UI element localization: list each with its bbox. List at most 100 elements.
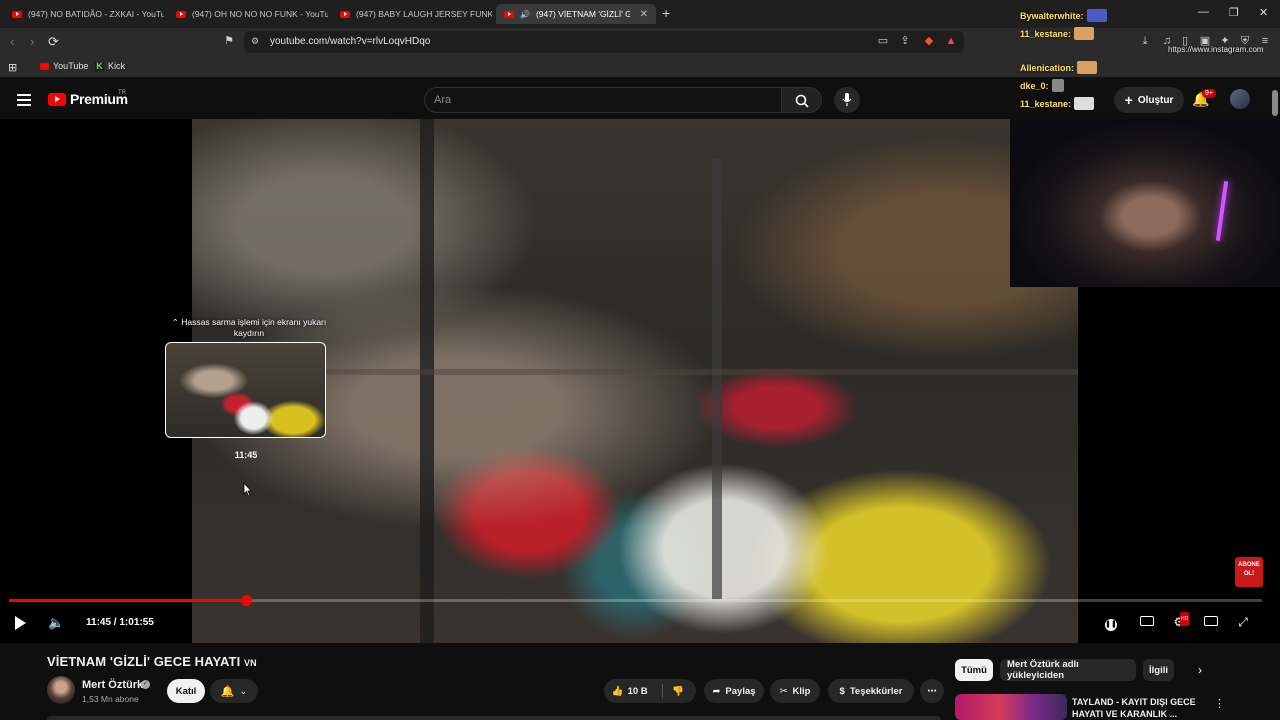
- recommendation-thumbnail[interactable]: [955, 694, 1067, 720]
- thanks-button[interactable]: $ Teşekkürler: [828, 679, 914, 703]
- share-button[interactable]: ➦ Paylaş: [704, 679, 764, 703]
- voice-search-button[interactable]: [834, 87, 860, 113]
- subscribe-overlay-badge[interactable]: ABONE OL!: [1235, 557, 1263, 587]
- dislike-button[interactable]: 👎: [660, 686, 696, 697]
- progress-scrubber-handle[interactable]: [240, 595, 252, 606]
- chat-username: Allenication:: [1020, 62, 1075, 73]
- youtube-favicon-icon: [176, 10, 186, 18]
- streamer-webcam-overlay: [1010, 119, 1280, 287]
- channel-name[interactable]: Mert Öztürk: [82, 679, 143, 691]
- rewards-icon[interactable]: ▲: [944, 34, 958, 48]
- miniplayer-icon[interactable]: [1203, 615, 1219, 629]
- chip-all[interactable]: Tümü: [955, 659, 993, 681]
- youtube-favicon-icon: [12, 10, 22, 18]
- bookmark-youtube[interactable]: YouTube: [40, 61, 88, 71]
- clip-button[interactable]: ✂ Klip: [770, 679, 820, 703]
- chevron-down-icon: ⌄: [239, 685, 248, 696]
- close-tab-icon[interactable]: ✕: [640, 9, 648, 20]
- settings-hd-badge: HD: [1180, 612, 1190, 626]
- like-count: 10 B: [627, 685, 648, 697]
- description-box-top[interactable]: [47, 716, 941, 720]
- emote-icon: [1086, 9, 1107, 22]
- chat-message: Bywalterwhite:: [1020, 9, 1107, 22]
- chat-username: Bywalterwhite:: [1020, 10, 1084, 21]
- subscriber-count: 1,53 Mn abone: [82, 694, 139, 704]
- youtube-premium-logo[interactable]: Premium: [48, 91, 128, 107]
- bookmark-icon[interactable]: ⚑: [222, 34, 236, 48]
- browser-tab-3[interactable]: (947) BABY LAUGH JERSEY FUNK (Of: [332, 4, 492, 24]
- chevron-right-icon[interactable]: ›: [1198, 663, 1202, 677]
- chat-message: 11_kestane:: [1020, 97, 1095, 110]
- bookmark-label: Kick: [108, 61, 126, 71]
- thumbs-up-icon: 👍: [611, 685, 624, 697]
- tab-label: (947) NO BATIDÃO - ZXKAI - YouTub: [28, 9, 164, 19]
- more-actions-button[interactable]: ⋯: [920, 679, 944, 703]
- chat-message: 11_kestane:: [1020, 27, 1095, 40]
- search-input[interactable]: [424, 87, 782, 113]
- apps-grid-icon[interactable]: ⊞: [8, 61, 17, 74]
- kick-icon: K: [95, 60, 104, 71]
- recommendation-title[interactable]: TAYLAND - KAYIT DIŞI GECE HAYATI VE KARA…: [1072, 696, 1202, 720]
- time-display: 11:45 / 1:01:55: [86, 617, 154, 628]
- subtitles-icon[interactable]: [1139, 615, 1155, 629]
- new-tab-button[interactable]: +: [662, 5, 670, 21]
- video-title: VİETNAM 'GİZLİ' GECE HAYATI VN: [47, 654, 257, 669]
- tab-label: (947) OH NO NO NO FUNK - YouTub: [192, 9, 328, 19]
- share-icon: ➦: [712, 685, 721, 697]
- youtube-favicon-icon: [504, 10, 514, 18]
- ticker-text: https://www.instagram.com: [1168, 45, 1264, 54]
- seek-preview-thumbnail: [165, 342, 326, 438]
- cast-icon[interactable]: ▭: [876, 34, 890, 48]
- close-window-icon[interactable]: ✕: [1259, 6, 1268, 19]
- progress-played: [9, 599, 246, 602]
- bookmark-label: YouTube: [53, 61, 89, 71]
- create-button[interactable]: + Oluştur: [1114, 87, 1184, 113]
- browser-tab-active[interactable]: 🔊 (947) VİETNAM 'GİZLİ' GECE ✕: [496, 4, 656, 24]
- mouse-cursor-icon: [243, 483, 251, 497]
- like-button[interactable]: 👍 10 B: [604, 686, 655, 697]
- bell-icon: 🔔: [220, 685, 235, 698]
- minimize-icon[interactable]: —: [1198, 6, 1209, 18]
- youtube-favicon-icon: [340, 10, 350, 18]
- chip-related[interactable]: İlgili: [1143, 659, 1174, 681]
- chat-message: Allenication:: [1020, 61, 1098, 74]
- hamburger-menu-icon[interactable]: [17, 94, 31, 106]
- volume-icon[interactable]: 🔈: [48, 615, 64, 631]
- subscription-bell-button[interactable]: 🔔 ⌄: [210, 679, 258, 703]
- fullscreen-icon[interactable]: ⤢: [1235, 615, 1251, 629]
- site-info-icon[interactable]: ⚙: [248, 34, 262, 48]
- more-vertical-icon[interactable]: ⋮: [1214, 697, 1225, 710]
- pause-mini-icon[interactable]: ❚❚: [1103, 615, 1119, 631]
- like-dislike-group: 👍 10 B 👎: [604, 679, 696, 703]
- search-button[interactable]: [782, 87, 822, 113]
- play-button[interactable]: [15, 616, 26, 630]
- thanks-label: Teşekkürler: [849, 685, 903, 697]
- bookmark-kick[interactable]: K Kick: [95, 61, 125, 71]
- join-button[interactable]: Katıl: [167, 679, 205, 703]
- share-page-icon[interactable]: ⇪: [898, 34, 912, 48]
- channel-avatar[interactable]: [47, 676, 75, 704]
- back-icon[interactable]: ‹: [10, 34, 14, 49]
- browser-tab-2[interactable]: (947) OH NO NO NO FUNK - YouTub: [168, 4, 328, 24]
- page-scrollbar[interactable]: [1272, 90, 1278, 116]
- search-placeholder: Ara: [434, 94, 452, 106]
- progress-bar[interactable]: [9, 595, 1262, 606]
- chip-from-uploader[interactable]: Mert Öztürk adlı yükleyiciden: [1000, 659, 1136, 681]
- url-text[interactable]: youtube.com/watch?v=rlvLoqvHDqo: [270, 36, 430, 47]
- forward-icon[interactable]: ›: [30, 34, 34, 49]
- emote-icon: [1074, 27, 1095, 40]
- create-label: Oluştur: [1137, 94, 1174, 106]
- super-thanks-icon: $: [839, 685, 845, 697]
- browser-tab-1[interactable]: (947) NO BATIDÃO - ZXKAI - YouTub: [4, 4, 164, 24]
- share-label: Paylaş: [725, 685, 756, 697]
- tab-label: (947) VİETNAM 'GİZLİ' GECE: [535, 9, 630, 19]
- reload-icon[interactable]: ⟳: [48, 34, 59, 50]
- settings-icon[interactable]: ⚙ HD: [1171, 612, 1190, 629]
- brave-shield-icon[interactable]: ◆: [922, 34, 936, 48]
- flag-label: VN: [244, 658, 257, 668]
- maximize-icon[interactable]: ❐: [1229, 6, 1239, 19]
- account-avatar[interactable]: [1230, 89, 1250, 109]
- emote-icon: [1051, 79, 1064, 92]
- tab-label: (947) BABY LAUGH JERSEY FUNK (Of: [356, 9, 492, 19]
- verified-check-icon: ✓: [141, 680, 150, 689]
